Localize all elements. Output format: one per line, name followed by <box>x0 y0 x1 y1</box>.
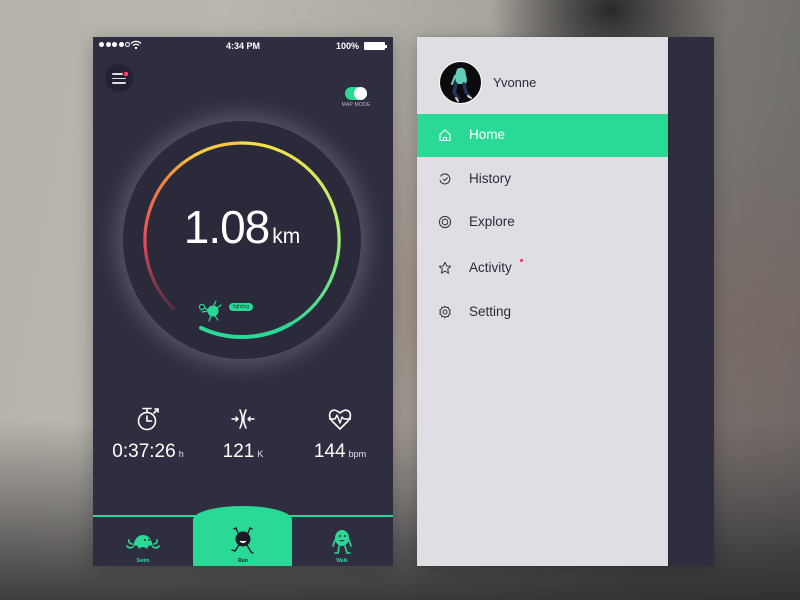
side-menu-screen: Yvonne Home History Explore Activity Set… <box>417 37 714 566</box>
distance-readout: 1.08 km <box>123 200 361 254</box>
stat-value: 144 <box>313 441 346 462</box>
nav-label: Explore <box>469 214 515 229</box>
run-mascot-icon <box>231 527 254 554</box>
activity-notification-dot <box>520 259 523 262</box>
stat-duration: 0:37:26 h <box>98 405 198 463</box>
tab-label: Walk <box>336 558 348 564</box>
nav-label: Setting <box>469 304 512 319</box>
stopwatch-icon <box>137 407 159 431</box>
cadence-icon <box>231 409 255 429</box>
nav-item-setting[interactable]: Setting <box>417 291 668 334</box>
tab-walk[interactable]: Walk <box>292 519 392 566</box>
tab-run[interactable]: Run <box>193 519 293 566</box>
history-icon <box>439 173 451 185</box>
stat-cadence: 121 K <box>193 405 293 463</box>
stat-value: 121 <box>222 441 255 462</box>
nav-item-explore[interactable]: Explore <box>417 201 668 244</box>
tracker-screen: 4:34 PM 100% MAP MODE 1.08 km fighting 0… <box>93 37 393 566</box>
explore-icon <box>438 215 452 229</box>
nav-label: History <box>469 171 512 186</box>
nav-label: Home <box>469 127 506 142</box>
stat-unit: h <box>178 449 184 459</box>
nav-label: Activity <box>469 260 512 275</box>
stat-heart-rate: 144 bpm <box>290 405 390 463</box>
map-mode-toggle[interactable] <box>345 87 367 100</box>
notification-dot <box>124 71 128 76</box>
nav-item-home[interactable]: Home <box>417 114 668 157</box>
stat-value: 0:37:26 <box>112 441 176 462</box>
tab-label: Run <box>238 558 248 564</box>
user-avatar[interactable] <box>439 61 482 104</box>
star-icon <box>438 261 452 274</box>
gear-icon <box>439 305 451 319</box>
nav-item-history[interactable]: History <box>417 158 668 201</box>
status-bar: 4:34 PM 100% <box>93 37 393 55</box>
tab-label: Swim <box>136 558 150 564</box>
menu-button[interactable] <box>105 64 133 92</box>
activity-tabbar: Swim Run Walk <box>93 506 393 566</box>
heart-rate-icon <box>328 409 352 430</box>
battery-icon <box>364 42 387 50</box>
cheer-bubble: fighting <box>229 303 254 311</box>
runner-mascot-icon <box>198 300 222 322</box>
home-icon <box>439 129 451 142</box>
distance-value: 1.08 <box>183 201 271 253</box>
distance-unit: km <box>272 225 301 248</box>
progress-arc-current <box>199 322 293 339</box>
tab-swim[interactable]: Swim <box>93 519 193 566</box>
battery-percent: 100% <box>335 41 359 51</box>
stats-row: 0:37:26 h 121 K 144 bpm <box>93 405 393 475</box>
hamburger-menu-icon <box>112 73 123 75</box>
stat-unit: bpm <box>348 449 367 459</box>
swim-mascot-icon <box>126 535 160 549</box>
nav-item-activity[interactable]: Activity <box>417 247 668 290</box>
avatar-image <box>450 67 472 102</box>
user-name[interactable]: Yvonne <box>493 75 536 90</box>
map-mode-label: MAP MODE <box>341 102 371 108</box>
stat-unit: K <box>257 449 264 459</box>
walk-mascot-icon <box>332 530 352 554</box>
nav-drawer: Yvonne Home History Explore Activity Set… <box>417 37 668 566</box>
